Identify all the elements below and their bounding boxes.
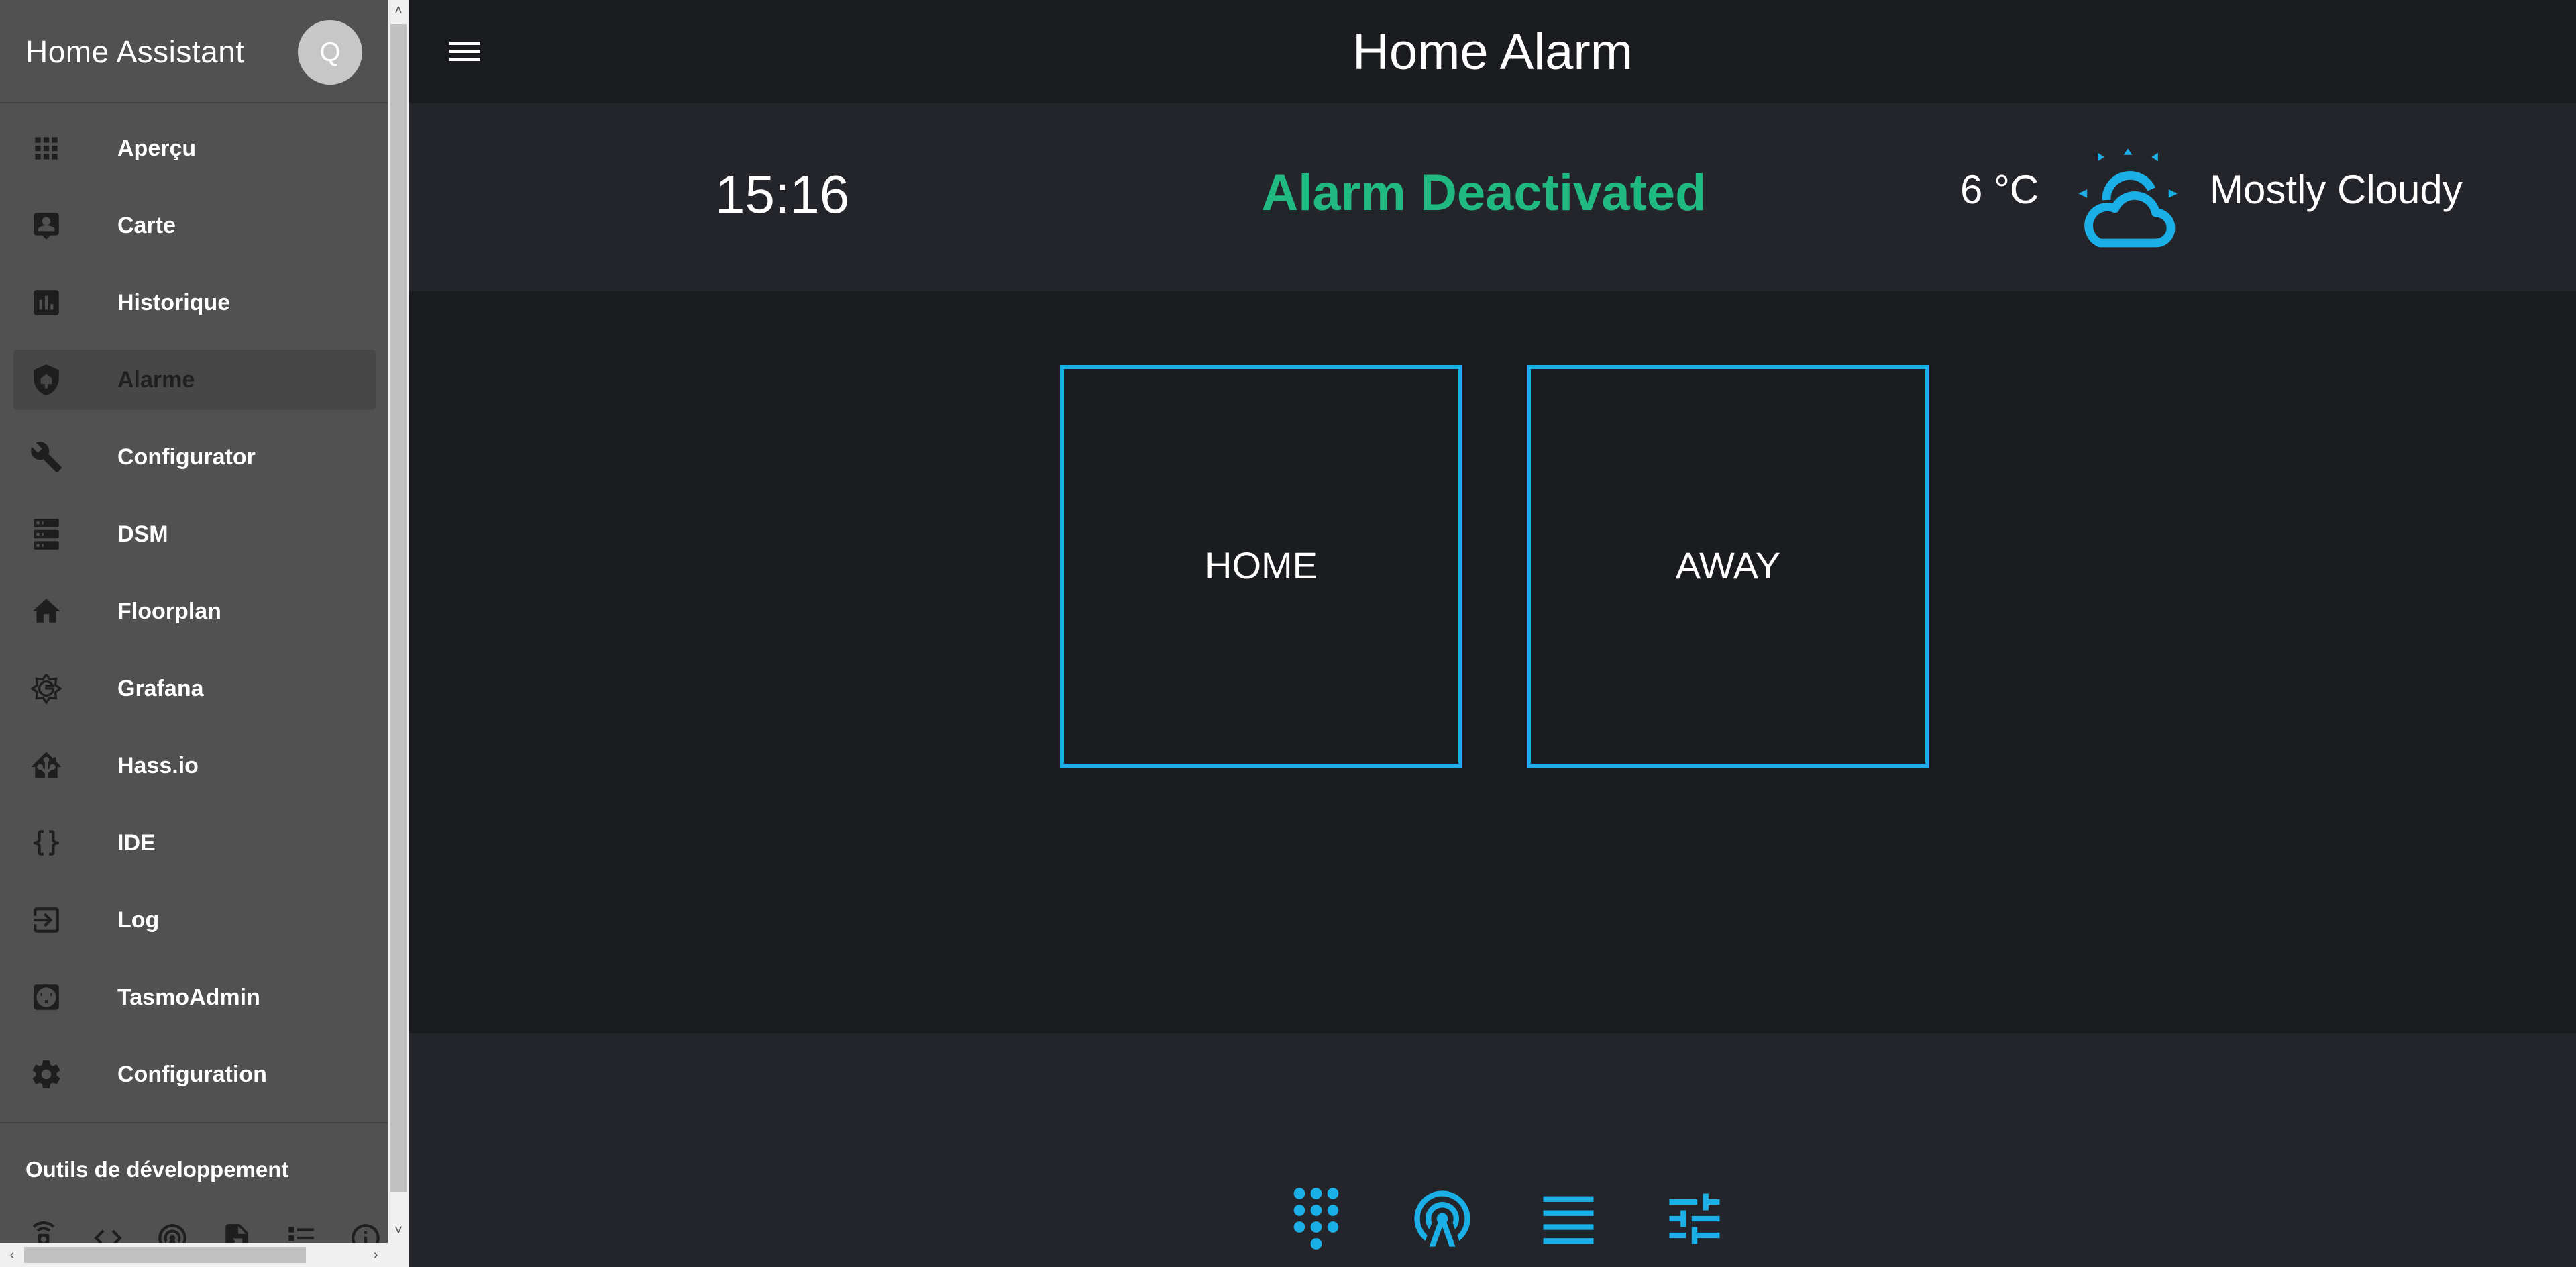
weather-condition: Mostly Cloudy [2210, 167, 2463, 212]
sidebar-item-label: Carte [117, 213, 176, 238]
sidebar-item-label: Log [117, 907, 160, 933]
tune-icon[interactable] [1661, 1185, 1728, 1252]
sidebar-item-alarme[interactable]: Alarme [0, 340, 388, 417]
chart-bar-icon [30, 286, 63, 319]
sidebar-item-label: Configurator [117, 444, 256, 470]
sidebar-item-label: Alarme [117, 367, 195, 393]
sidebar-item-label: Floorplan [117, 599, 221, 624]
alarm-panel: HOME AWAY [409, 291, 2576, 1033]
bottom-nav [409, 1033, 2576, 1267]
sidebar-divider [0, 1122, 388, 1123]
scroll-right-arrow-icon[interactable]: › [364, 1243, 388, 1267]
page-title: Home Alarm [1352, 23, 1633, 81]
sidebar-item-label: TasmoAdmin [117, 984, 260, 1010]
sidebar-item-configuration[interactable]: Configuration [0, 1035, 388, 1112]
arm-home-button[interactable]: HOME [1060, 365, 1462, 768]
access-point-icon[interactable] [1409, 1185, 1476, 1252]
weather-widget: 6 °C Mostly Cloudy [1960, 146, 2564, 254]
sidebar-item-configurator[interactable]: Configurator [0, 417, 388, 495]
status-bar: 15:16 Alarm Deactivated 6 °C Mostly Clou… [409, 103, 2576, 291]
wrench-icon [30, 440, 63, 474]
account-box-icon [30, 209, 63, 242]
menu-lines-icon[interactable] [1535, 1185, 1602, 1252]
power-socket-icon [30, 980, 63, 1014]
sidebar-item-dsm[interactable]: DSM [0, 495, 388, 572]
avatar[interactable]: Q [298, 20, 362, 85]
horizontal-scrollbar[interactable]: ‹ › [0, 1243, 388, 1267]
shield-home-icon [30, 363, 63, 397]
sidebar-item-ide[interactable]: IDE [0, 803, 388, 880]
scroll-left-arrow-icon[interactable]: ‹ [0, 1243, 24, 1267]
server-icon [30, 517, 63, 551]
sidebar-item-historique[interactable]: Historique [0, 263, 388, 340]
sidebar-item-label: Hass.io [117, 753, 199, 778]
home-icon [30, 595, 63, 628]
sidebar-item-floorplan[interactable]: Floorplan [0, 572, 388, 649]
alarm-status: Alarm Deactivated [1261, 164, 1707, 221]
sidebar-item-apercu[interactable]: Aperçu [0, 109, 388, 186]
apps-grid-icon [30, 132, 63, 165]
sidebar-item-tasmoadmin[interactable]: TasmoAdmin [0, 958, 388, 1035]
sidebar-item-label: DSM [117, 521, 168, 547]
sidebar-item-carte[interactable]: Carte [0, 186, 388, 263]
sidebar: Home Assistant Q Aperçu Carte Historique… [0, 0, 388, 1267]
weather-temperature: 6 °C [1960, 167, 2039, 212]
dialpad-icon[interactable] [1283, 1185, 1350, 1252]
code-braces-icon [30, 826, 63, 860]
vertical-scrollbar-thumb[interactable] [390, 24, 407, 1192]
sidebar-item-label: IDE [117, 830, 156, 856]
dev-tools-title: Outils de développement [25, 1157, 289, 1182]
sidebar-item-grafana[interactable]: Grafana [0, 649, 388, 726]
scroll-up-arrow-icon[interactable]: ˄ [388, 0, 409, 21]
sidebar-item-hassio[interactable]: Hass.io [0, 726, 388, 803]
sidebar-item-label: Aperçu [117, 136, 197, 161]
sidebar-item-label: Configuration [117, 1062, 267, 1087]
arm-away-label: AWAY [1675, 544, 1781, 587]
sidebar-item-label: Historique [117, 290, 231, 315]
sidebar-header: Home Assistant Q [0, 0, 388, 103]
top-bar: Home Alarm [409, 0, 2576, 103]
arm-away-button[interactable]: AWAY [1527, 365, 1929, 768]
settings-icon [30, 1058, 63, 1091]
arm-home-label: HOME [1205, 544, 1318, 587]
vertical-scrollbar[interactable]: ˄ ˅ [388, 0, 409, 1267]
horizontal-scrollbar-thumb[interactable] [24, 1247, 306, 1263]
partly-cloudy-day-icon [2074, 146, 2182, 254]
home-assistant-icon [30, 749, 63, 782]
sidebar-item-log[interactable]: Log [0, 880, 388, 958]
grafana-icon [30, 672, 63, 705]
sidebar-item-label: Grafana [117, 676, 204, 701]
main-content: Home Alarm 15:16 Alarm Deactivated 6 °C [409, 0, 2576, 1267]
log-in-icon [30, 903, 63, 937]
sidebar-title: Home Assistant [25, 34, 245, 69]
scroll-down-arrow-icon[interactable]: ˅ [388, 1220, 409, 1241]
sidebar-nav: Aperçu Carte Historique Alarme Configura… [0, 109, 388, 1112]
